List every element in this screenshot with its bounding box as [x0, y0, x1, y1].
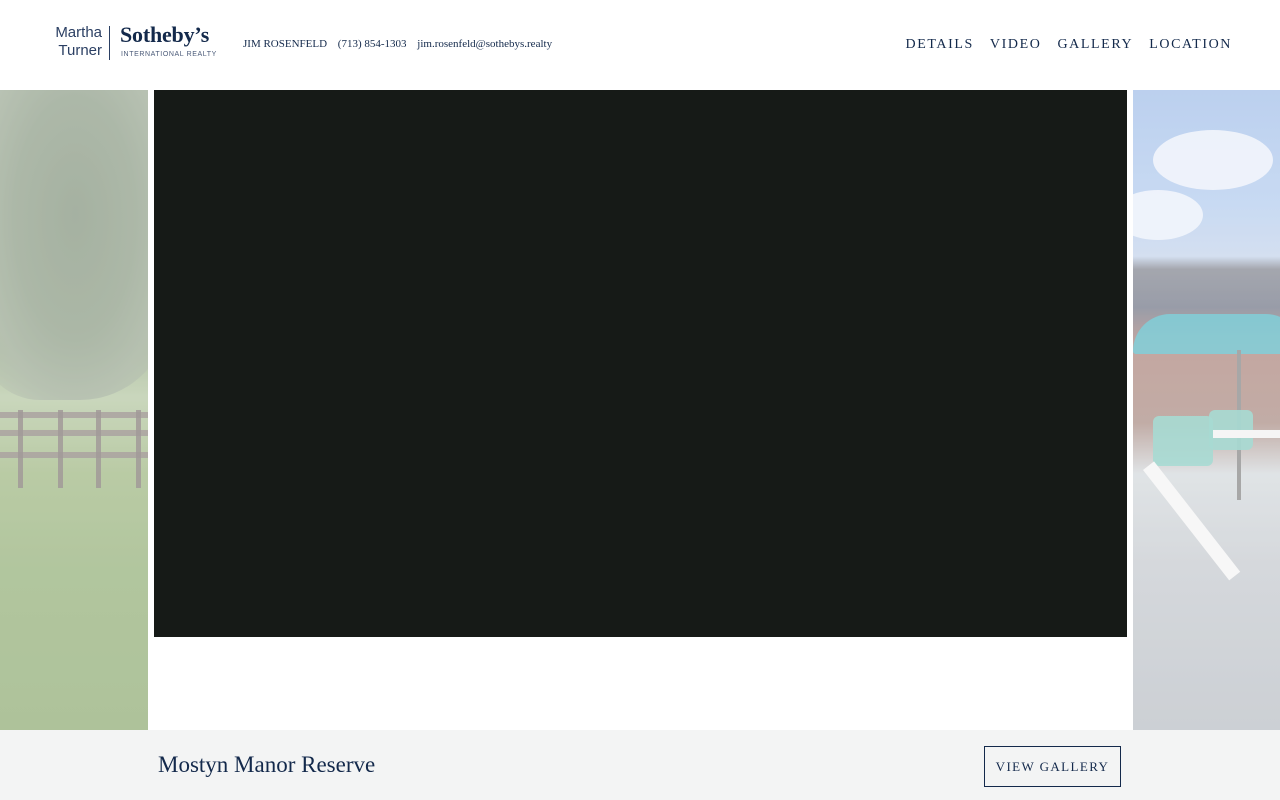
- logo-divider: [109, 26, 110, 60]
- agent-contact: JIM ROSENFELD (713) 854-1303 jim.rosenfe…: [243, 38, 560, 50]
- nav-location[interactable]: LOCATION: [1149, 37, 1232, 53]
- property-bar: Mostyn Manor Reserve VIEW GALLERY: [0, 730, 1280, 800]
- agent-phone[interactable]: (713) 854-1303: [338, 38, 407, 50]
- logo-sothebys: Sotheby’s: [120, 22, 210, 47]
- logo-subtitle: INTERNATIONAL REALTY: [121, 51, 217, 58]
- video-player[interactable]: [154, 90, 1127, 637]
- nav-video[interactable]: VIDEO: [990, 37, 1042, 53]
- next-slide-image[interactable]: [1133, 90, 1280, 730]
- slide-overlay: [1133, 90, 1280, 730]
- nav-gallery[interactable]: GALLERY: [1057, 37, 1133, 53]
- previous-slide-image[interactable]: [0, 90, 148, 730]
- view-gallery-button[interactable]: VIEW GALLERY: [984, 746, 1121, 787]
- nav-details[interactable]: DETAILS: [905, 37, 973, 53]
- logo-martha-turner: Martha Turner: [50, 24, 102, 60]
- property-title: Mostyn Manor Reserve: [158, 752, 376, 777]
- main-nav: DETAILS VIDEO GALLERY LOCATION: [905, 37, 1232, 53]
- agent-name: JIM ROSENFELD: [243, 38, 328, 50]
- agent-email[interactable]: jim.rosenfeld@sothebys.realty: [417, 38, 552, 50]
- site-header: Martha Turner Sotheby’s INTERNATIONAL RE…: [0, 0, 1280, 90]
- brand-logo[interactable]: Martha Turner Sotheby’s INTERNATIONAL RE…: [50, 22, 216, 64]
- logo-text-line2: Turner: [58, 42, 102, 59]
- slide-overlay: [0, 90, 148, 730]
- logo-text-line1: Martha: [55, 24, 102, 41]
